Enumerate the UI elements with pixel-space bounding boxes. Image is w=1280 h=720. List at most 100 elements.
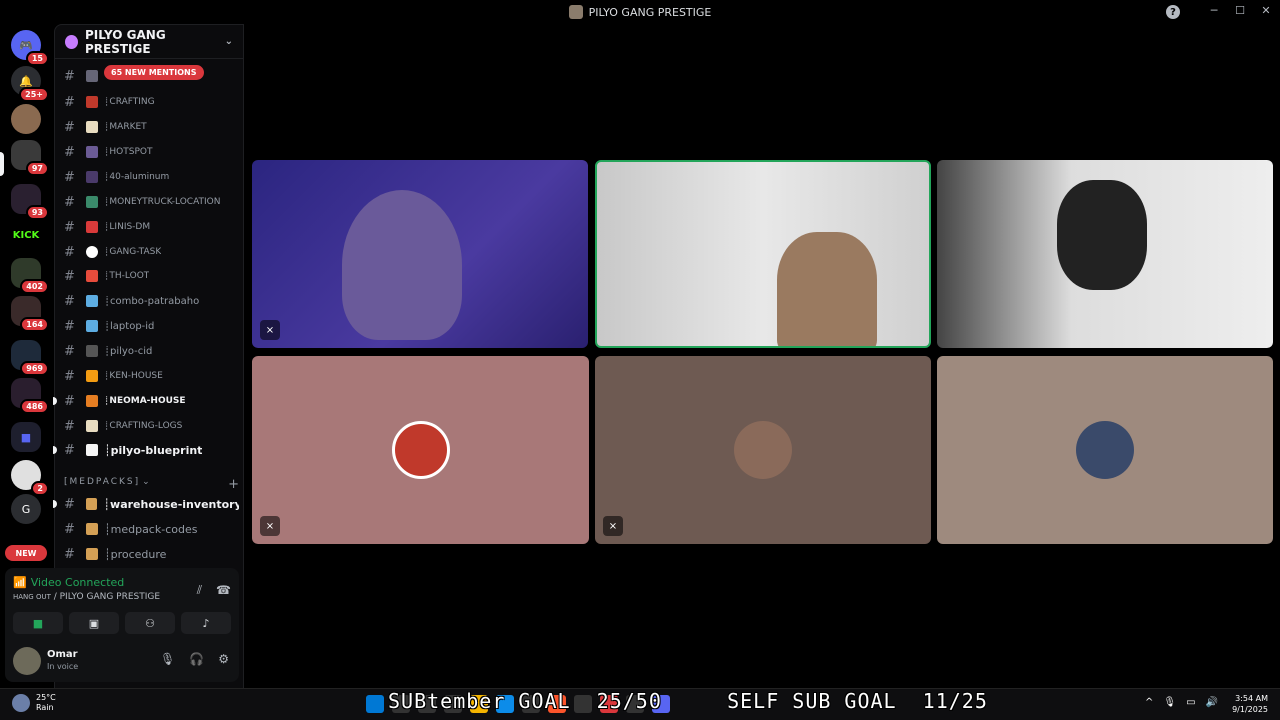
channel-item[interactable]: # ┊procedure bbox=[64, 543, 239, 565]
add-channel-icon[interactable]: + bbox=[228, 477, 239, 492]
avatar bbox=[1076, 421, 1134, 479]
server-avatar[interactable]: 2 bbox=[11, 460, 49, 496]
chevron-down-icon[interactable]: ⌄ bbox=[225, 36, 233, 47]
chevron-up-icon[interactable]: ^ bbox=[1145, 697, 1153, 708]
username[interactable]: Omar bbox=[47, 649, 78, 660]
channel-emoji-icon bbox=[86, 370, 98, 382]
gamepad-icon: ⚇ bbox=[145, 616, 155, 630]
channel-item[interactable]: # ┊combo-patrabaho bbox=[64, 290, 239, 312]
channel-item[interactable]: # ┊40-aluminum bbox=[64, 166, 239, 188]
notification-badge: 2 bbox=[31, 481, 49, 496]
channel-item[interactable]: # ┊crafting bbox=[64, 91, 239, 113]
channel-item[interactable]: # ┊medpack-codes bbox=[64, 518, 239, 540]
server-g[interactable]: G bbox=[11, 494, 41, 524]
muted-mic-icon: ⨯ bbox=[260, 516, 280, 536]
disconnect-icon[interactable]: ☎ bbox=[216, 583, 231, 598]
channel-emoji-icon bbox=[86, 395, 98, 407]
channel-emoji-icon bbox=[85, 498, 98, 510]
hash-icon: # bbox=[64, 244, 75, 260]
channel-item[interactable]: # ┊hotspot bbox=[64, 141, 239, 163]
channel-item[interactable]: # ┊neoma-house bbox=[53, 390, 239, 412]
weather-icon bbox=[12, 694, 30, 712]
channel-item[interactable]: # ┊market bbox=[64, 116, 239, 138]
maximize-icon[interactable]: ☐ bbox=[1234, 4, 1246, 17]
server-folder[interactable]: 969 bbox=[11, 340, 49, 376]
server-folder[interactable]: 486 bbox=[11, 378, 49, 414]
connection-status[interactable]: 📶 Video Connected bbox=[13, 576, 124, 589]
channel-item[interactable]: # ┊warehouse-inventory bbox=[53, 493, 239, 515]
channel-item[interactable]: # ┊crafting-logs bbox=[64, 415, 239, 437]
minimize-icon[interactable]: ─ bbox=[1208, 4, 1220, 17]
channel-item[interactable]: # ┊th-loot bbox=[64, 265, 239, 287]
participant-tile[interactable] bbox=[937, 356, 1273, 544]
channel-emoji-icon bbox=[86, 270, 98, 282]
avatar[interactable] bbox=[13, 647, 41, 675]
channel-item[interactable]: # ┊linis-dm bbox=[64, 216, 239, 238]
notification-badge: 15 bbox=[25, 51, 49, 66]
channel-item[interactable]: # ┊gang-task bbox=[64, 241, 239, 263]
microphone-icon[interactable]: 🎙 bbox=[1163, 697, 1176, 708]
channel-emoji-icon bbox=[86, 146, 98, 158]
new-servers-pill[interactable]: NEW bbox=[5, 545, 47, 561]
hash-icon: # bbox=[64, 521, 75, 537]
start-icon[interactable] bbox=[366, 695, 384, 713]
server-avatar[interactable] bbox=[11, 104, 41, 134]
notification-badge: 97 bbox=[25, 161, 49, 176]
screen-share-button[interactable]: ▣ bbox=[69, 612, 119, 634]
server-header[interactable]: PILYO GANG PRESTIGE ⌄ bbox=[55, 25, 243, 59]
video-stream bbox=[777, 232, 877, 346]
soundboard-button[interactable]: ♪ bbox=[181, 612, 231, 634]
channel-emoji-icon bbox=[86, 196, 98, 208]
volume-icon[interactable]: 🔊 bbox=[1206, 697, 1218, 708]
inbox-icon[interactable]: 🔔 25+ bbox=[11, 66, 49, 102]
headphones-icon[interactable]: 🎧 bbox=[189, 652, 204, 666]
network-icon[interactable]: ▭ bbox=[1186, 697, 1195, 708]
server-folder[interactable]: 93 bbox=[11, 184, 49, 220]
activity-button[interactable]: ⚇ bbox=[125, 612, 175, 634]
channel-emoji-icon bbox=[86, 121, 98, 133]
hash-icon: # bbox=[64, 219, 75, 235]
stream-goal-overlay: SUBtember GOAL 25/50 SELF SUB GOAL 11/25 bbox=[388, 689, 988, 713]
video-tile[interactable] bbox=[595, 160, 931, 348]
hash-icon: # bbox=[64, 318, 75, 334]
weather-widget[interactable]: 25°C Rain bbox=[12, 693, 56, 713]
video-tile[interactable]: ⨯ bbox=[252, 160, 588, 348]
channel-item[interactable]: # ┊laptop-id bbox=[64, 315, 239, 337]
camera-button[interactable]: ■ bbox=[13, 612, 63, 634]
gear-icon[interactable]: ⚙ bbox=[218, 652, 229, 666]
channel-item[interactable]: # bbox=[64, 65, 239, 87]
hash-icon: # bbox=[64, 68, 75, 84]
channel-item[interactable]: # ┊moneytruck-location bbox=[64, 191, 239, 213]
hash-icon: # bbox=[64, 169, 75, 185]
notification-badge: 164 bbox=[20, 317, 49, 332]
category-header[interactable]: [MEDPACKS] ⌄ + bbox=[64, 477, 239, 492]
server-folder[interactable]: 402 bbox=[11, 258, 49, 294]
participant-tile[interactable]: ⨯ bbox=[595, 356, 931, 544]
server-folder[interactable]: 164 bbox=[11, 296, 49, 332]
hash-icon: # bbox=[64, 194, 75, 210]
hash-icon: # bbox=[64, 393, 75, 409]
noise-suppression-icon[interactable]: ⫽ bbox=[197, 583, 202, 598]
hash-icon: # bbox=[64, 119, 75, 135]
microphone-icon[interactable]: 🎙 bbox=[160, 652, 175, 666]
channel-item[interactable]: # ┊ken-house bbox=[64, 365, 239, 387]
server-folder[interactable]: 97 bbox=[11, 140, 49, 176]
clock[interactable]: 3:54 AM 9/1/2025 bbox=[1232, 693, 1268, 715]
close-icon[interactable]: ✕ bbox=[1260, 4, 1272, 17]
direct-messages-icon[interactable]: 🎮 15 bbox=[11, 30, 49, 66]
hash-icon: # bbox=[64, 546, 75, 562]
kick-server[interactable]: KICK bbox=[11, 220, 41, 250]
hash-icon: # bbox=[64, 293, 75, 309]
video-tile[interactable] bbox=[937, 160, 1273, 348]
server-icon bbox=[65, 34, 78, 49]
channel-item[interactable]: # ┊pilyo-cid bbox=[64, 340, 239, 362]
help-icon[interactable]: ? bbox=[1166, 5, 1180, 19]
hash-icon: # bbox=[64, 94, 75, 110]
avatar bbox=[391, 421, 450, 479]
folder-icon[interactable]: ■ bbox=[11, 422, 41, 452]
avatar bbox=[734, 421, 792, 479]
voice-location[interactable]: HANG OUT / PILYO GANG PRESTIGE bbox=[13, 592, 160, 602]
camera-icon: ■ bbox=[32, 616, 44, 630]
channel-item[interactable]: # ┊pilyo-blueprint bbox=[53, 439, 239, 461]
participant-tile[interactable]: ⨯ bbox=[252, 356, 589, 544]
